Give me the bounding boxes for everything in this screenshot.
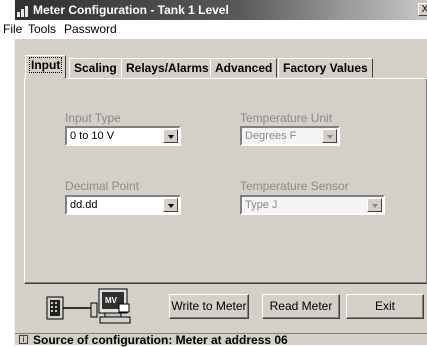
close-button[interactable]: X [418, 3, 427, 16]
temperature-unit-select: Degrees F [240, 126, 340, 146]
menu-password[interactable]: Password [64, 22, 117, 36]
status-bar: i Source of configuration: Meter at addr… [15, 333, 427, 347]
decimal-point-select[interactable]: dd.dd [65, 195, 181, 215]
exit-button[interactable]: Exit [346, 294, 424, 319]
action-bar: Write to Meter Read Meter Exit [15, 285, 427, 325]
window-title: Meter Configuration - Tank 1 Level [33, 3, 229, 17]
input-type-value: 0 to 10 V [70, 130, 115, 142]
chevron-down-icon[interactable] [163, 129, 178, 143]
temperature-sensor-label: Temperature Sensor [240, 179, 349, 193]
tab-advanced-label: Advanced [215, 61, 273, 75]
status-text: Source of configuration: Meter at addres… [33, 333, 288, 347]
tab-scaling-label: Scaling [74, 61, 117, 75]
tab-factory-values[interactable]: Factory Values [278, 58, 373, 78]
menu-bar: File Tools Password [1, 20, 427, 39]
tab-relays-alarms-label: Relays/Alarms [126, 61, 209, 75]
write-to-meter-label: Write to Meter [171, 299, 247, 313]
chevron-down-icon[interactable] [163, 198, 178, 212]
temperature-sensor-value: Type J [245, 199, 278, 211]
app-icon [17, 5, 29, 17]
menu-tools[interactable]: Tools [28, 22, 56, 36]
exit-label: Exit [374, 299, 395, 313]
input-type-label: Input Type [65, 111, 121, 125]
temperature-sensor-select: Type J [240, 195, 385, 215]
chevron-down-icon [367, 198, 382, 212]
tab-input-label: Input [28, 57, 63, 73]
input-type-select[interactable]: 0 to 10 V [65, 126, 181, 146]
read-meter-label: Read Meter [269, 299, 333, 313]
read-meter-button[interactable]: Read Meter [262, 294, 340, 319]
tab-relays-alarms[interactable]: Relays/Alarms [121, 58, 214, 78]
tab-factory-values-label: Factory Values [283, 61, 368, 75]
tab-advanced[interactable]: Advanced [210, 58, 278, 78]
chevron-down-icon [322, 129, 337, 143]
temperature-unit-value: Degrees F [245, 130, 297, 142]
title-bar[interactable]: Meter Configuration - Tank 1 Level X [15, 0, 427, 20]
decimal-point-value: dd.dd [70, 199, 98, 211]
menu-file[interactable]: File [3, 22, 22, 36]
decimal-point-label: Decimal Point [65, 179, 140, 193]
input-tab-panel: Input Type 0 to 10 V Temperature Unit De… [24, 78, 427, 284]
meter-configuration-window: Meter Configuration - Tank 1 Level X Fil… [1, 0, 427, 347]
temperature-unit-label: Temperature Unit [240, 111, 333, 125]
tab-scaling[interactable]: Scaling [69, 58, 122, 78]
write-to-meter-button[interactable]: Write to Meter [169, 294, 249, 319]
tab-input[interactable]: Input [25, 55, 67, 79]
